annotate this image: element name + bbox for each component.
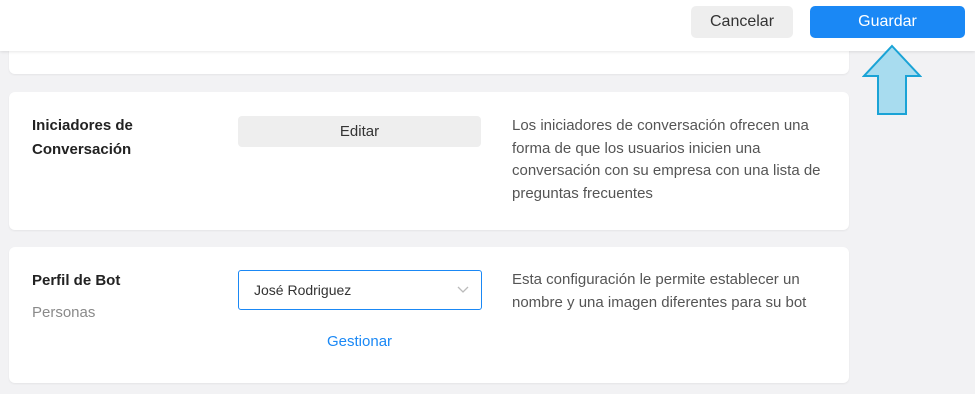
manage-personas-link[interactable]: Gestionar (327, 333, 392, 350)
conversation-starters-title-line1: Iniciadores de (32, 117, 133, 134)
bot-profile-subtitle: Personas (32, 304, 96, 321)
bot-profile-title: Perfil de Bot (32, 272, 121, 289)
bot-profile-card: Perfil de Bot Personas José Rodriguez Ge… (9, 247, 849, 383)
bot-persona-select[interactable]: José Rodriguez (238, 270, 482, 310)
bot-profile-description: Esta configuración le permite establecer… (512, 271, 807, 311)
save-button[interactable]: Guardar (810, 6, 965, 38)
top-action-bar: Cancelar Guardar (0, 0, 975, 51)
conversation-starters-description: Los iniciadores de conversación ofrecen … (512, 117, 821, 202)
conversation-starters-title-line2: Conversación (32, 141, 132, 158)
arrow-up-icon (862, 44, 922, 115)
cancel-button[interactable]: Cancelar (691, 6, 793, 38)
conversation-starters-card: Iniciadores de Conversación Editar Los i… (9, 92, 849, 230)
edit-conversation-starters-button[interactable]: Editar (238, 116, 481, 147)
bot-persona-selected-value: José Rodriguez (254, 282, 352, 298)
chevron-down-icon (457, 286, 469, 293)
